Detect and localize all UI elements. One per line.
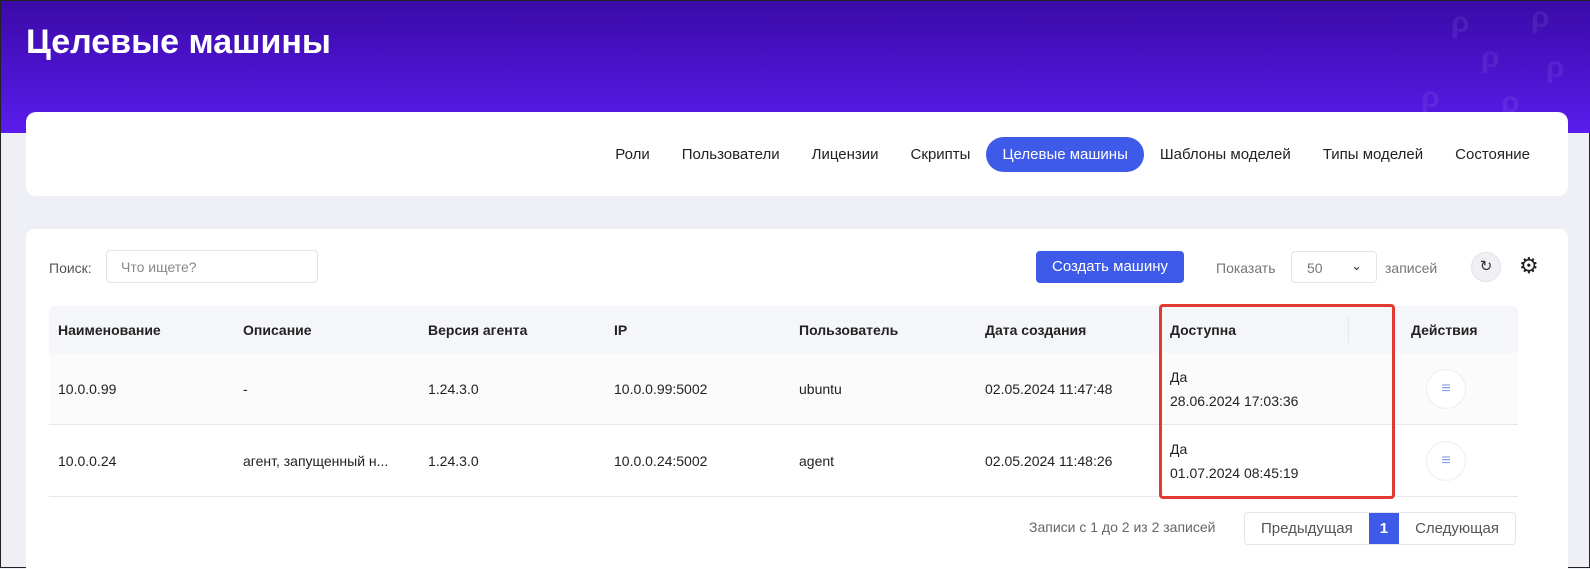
prev-page-button[interactable]: Предыдущая	[1245, 513, 1369, 544]
col-actions: Действия	[1411, 321, 1478, 338]
cell-available: Да 01.07.2024 08:45:19	[1170, 425, 1298, 496]
cell-user: ubuntu	[799, 380, 842, 397]
tab-scripts[interactable]: Скрипты	[895, 137, 987, 172]
machines-panel: Поиск: Что ищете? Создать машину Показат…	[26, 229, 1568, 569]
gear-icon: ⚙	[1519, 253, 1539, 278]
cell-user: agent	[799, 452, 835, 469]
cell-actions: ≡	[1426, 425, 1466, 496]
available-value: Да	[1170, 440, 1188, 457]
available-time: 01.07.2024 08:45:19	[1170, 464, 1299, 481]
cell-description: агент, запущенный н...	[243, 452, 389, 469]
chevron-down-icon: ⌄	[1351, 258, 1362, 273]
show-label: Показать	[1216, 260, 1276, 276]
table-row[interactable]: 10.0.0.99 - 1.24.3.0 10.0.0.99:5002 ubun…	[49, 353, 1518, 425]
pagination: Предыдущая 1 Следующая	[1244, 512, 1516, 545]
robot-pattern-icon: ρ	[1546, 51, 1565, 84]
tab-model-types[interactable]: Типы моделей	[1307, 137, 1439, 172]
search-label: Поиск:	[49, 260, 92, 276]
next-page-button[interactable]: Следующая	[1399, 513, 1515, 544]
col-created[interactable]: Дата создания	[985, 306, 1086, 353]
cell-available: Да 28.06.2024 17:03:36	[1170, 353, 1298, 424]
robot-pattern-icon: ρ	[1531, 1, 1550, 34]
robot-pattern-icon: ρ	[1451, 6, 1470, 39]
cell-ip: 10.0.0.24:5002	[614, 452, 708, 469]
col-available[interactable]: Доступна	[1170, 306, 1236, 353]
refresh-button[interactable]: ↻	[1471, 252, 1501, 282]
robot-pattern-icon: ρ	[1481, 41, 1500, 74]
cell-description: -	[243, 380, 248, 397]
cell-agent-version: 1.24.3.0	[428, 380, 479, 397]
tab-target-machines[interactable]: Целевые машины	[986, 136, 1144, 172]
cell-created: 02.05.2024 11:48:26	[985, 452, 1113, 469]
available-value: Да	[1170, 368, 1188, 385]
page-size-select[interactable]: 50 ⌄	[1291, 251, 1377, 283]
actions-menu-button[interactable]: ≡	[1426, 368, 1466, 409]
menu-icon: ≡	[1441, 379, 1451, 397]
tab-licenses[interactable]: Лицензии	[796, 137, 895, 172]
actions-menu-button[interactable]: ≡	[1426, 440, 1466, 481]
page-size-value: 50	[1307, 260, 1323, 276]
cell-created: 02.05.2024 11:47:48	[985, 380, 1113, 397]
nav-tabs: Роли Пользователи Лицензии Скрипты Целев…	[26, 112, 1568, 196]
cell-actions: ≡	[1426, 353, 1466, 424]
cell-ip: 10.0.0.99:5002	[614, 380, 708, 397]
machines-table: Наименование Описание Версия агента IP П…	[49, 306, 1518, 497]
available-time: 28.06.2024 17:03:36	[1170, 392, 1299, 409]
refresh-icon: ↻	[1479, 258, 1493, 275]
table-header: Наименование Описание Версия агента IP П…	[49, 306, 1518, 353]
cell-name: 10.0.0.24	[58, 452, 117, 469]
tab-model-templates[interactable]: Шаблоны моделей	[1144, 137, 1307, 172]
robot-pattern-icon: ρ	[1421, 81, 1440, 114]
cell-name: 10.0.0.99	[58, 380, 117, 397]
col-agent-version[interactable]: Версия агента	[428, 306, 527, 353]
tab-status[interactable]: Состояние	[1439, 137, 1546, 172]
menu-icon: ≡	[1441, 451, 1451, 469]
page-1-button[interactable]: 1	[1368, 513, 1400, 544]
table-row[interactable]: 10.0.0.24 агент, запущенный н... 1.24.3.…	[49, 425, 1518, 497]
column-divider	[1348, 316, 1349, 343]
pagination-info: Записи с 1 до 2 из 2 записей	[1029, 519, 1216, 535]
settings-button[interactable]: ⚙	[1519, 253, 1539, 279]
col-ip[interactable]: IP	[614, 306, 627, 353]
col-user[interactable]: Пользователь	[799, 306, 898, 353]
tab-users[interactable]: Пользователи	[666, 137, 796, 172]
create-machine-button[interactable]: Создать машину	[1036, 251, 1184, 283]
cell-agent-version: 1.24.3.0	[428, 452, 479, 469]
col-description[interactable]: Описание	[243, 306, 312, 353]
col-name[interactable]: Наименование	[58, 306, 161, 353]
tab-roles[interactable]: Роли	[599, 137, 666, 172]
page-title: Целевые машины	[26, 23, 331, 61]
search-input[interactable]: Что ищете?	[106, 250, 318, 283]
records-label: записей	[1385, 260, 1438, 276]
